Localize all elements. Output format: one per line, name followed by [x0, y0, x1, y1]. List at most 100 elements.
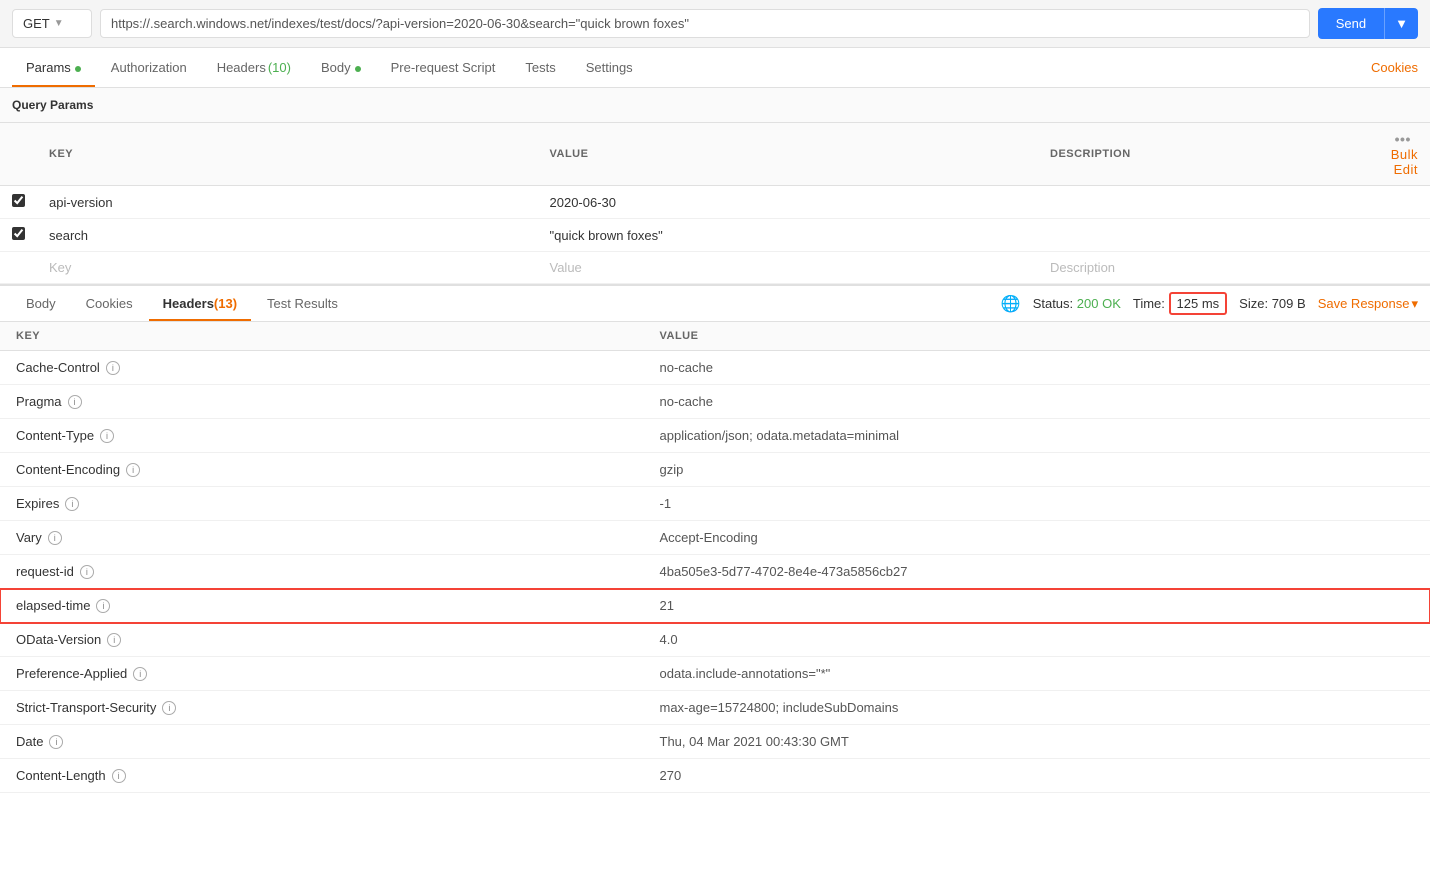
info-icon[interactable]: i	[106, 361, 120, 375]
placeholder-description[interactable]: Description	[1038, 252, 1370, 284]
placeholder-value[interactable]: Value	[538, 252, 1039, 284]
more-options-icon[interactable]: •••	[1395, 131, 1411, 147]
row-value: 2020-06-30	[538, 186, 1039, 219]
header-value-cell: max-age=15724800; includeSubDomains	[644, 691, 1430, 725]
header-key-cell: Date i	[0, 725, 644, 759]
tab-settings[interactable]: Settings	[572, 48, 647, 87]
header-row: Cache-Control i no-cache	[0, 351, 1430, 385]
time-label: Time: 125 ms	[1133, 296, 1227, 311]
header-key-cell: Cache-Control i	[0, 351, 644, 385]
res-tab-testresults[interactable]: Test Results	[253, 286, 352, 321]
header-key-text: Cache-Control	[16, 360, 100, 375]
cookies-link[interactable]: Cookies	[1371, 48, 1418, 87]
header-key-text: Strict-Transport-Security	[16, 700, 156, 715]
response-status-area: 🌐 Status: 200 OK Time: 125 ms Size: 709 …	[1001, 294, 1418, 314]
tab-body[interactable]: Body	[307, 48, 375, 87]
header-key-text: Expires	[16, 496, 59, 511]
placeholder-key[interactable]: Key	[37, 252, 538, 284]
status-label: Status: 200 OK	[1033, 296, 1121, 311]
header-key-cell: Strict-Transport-Security i	[0, 691, 644, 725]
url-input[interactable]	[100, 9, 1310, 38]
send-button[interactable]: Send ▼	[1318, 8, 1418, 39]
info-icon[interactable]: i	[49, 735, 63, 749]
header-key-text: elapsed-time	[16, 598, 90, 613]
tab-prerequest[interactable]: Pre-request Script	[377, 48, 510, 87]
header-row: Content-Type i application/json; odata.m…	[0, 419, 1430, 453]
request-tabs: Params Authorization Headers(10) Body Pr…	[0, 48, 1430, 88]
row-checkbox-cell[interactable]	[0, 186, 37, 219]
size-label: Size: 709 B	[1239, 296, 1306, 311]
info-icon[interactable]: i	[126, 463, 140, 477]
row-checkbox-cell[interactable]	[0, 219, 37, 252]
query-params-table: KEY VALUE DESCRIPTION ••• Bulk Edit api-…	[0, 123, 1430, 284]
bulk-edit-button[interactable]: Bulk Edit	[1391, 147, 1418, 177]
res-tab-headers[interactable]: Headers(13)	[149, 286, 251, 321]
col-key: KEY	[37, 123, 538, 186]
row-checkbox[interactable]	[12, 227, 25, 240]
info-icon[interactable]: i	[107, 633, 121, 647]
url-bar: GET ▼ Send ▼	[0, 0, 1430, 48]
query-params-title: Query Params	[0, 88, 1430, 123]
row-checkbox[interactable]	[12, 194, 25, 207]
header-value-cell: 4.0	[644, 623, 1430, 657]
info-icon[interactable]: i	[112, 769, 126, 783]
header-row: request-id i 4ba505e3-5d77-4702-8e4e-473…	[0, 555, 1430, 589]
header-row: Strict-Transport-Security i max-age=1572…	[0, 691, 1430, 725]
tab-headers[interactable]: Headers(10)	[203, 48, 305, 87]
col-value: VALUE	[538, 123, 1039, 186]
header-key-text: Content-Type	[16, 428, 94, 443]
header-row: Expires i -1	[0, 487, 1430, 521]
row-value: "quick brown foxes"	[538, 219, 1039, 252]
res-tab-body[interactable]: Body	[12, 286, 70, 321]
header-key-cell: request-id i	[0, 555, 644, 589]
header-key-text: Pragma	[16, 394, 62, 409]
tab-params[interactable]: Params	[12, 48, 95, 87]
size-value: 709 B	[1272, 296, 1306, 311]
row-description	[1038, 186, 1370, 219]
header-key-text: Content-Length	[16, 768, 106, 783]
header-value-cell: Accept-Encoding	[644, 521, 1430, 555]
res-tab-cookies[interactable]: Cookies	[72, 286, 147, 321]
method-dropdown[interactable]: GET ▼	[12, 9, 92, 38]
save-response-button[interactable]: Save Response ▾	[1318, 296, 1418, 312]
method-label: GET	[23, 16, 50, 31]
info-icon[interactable]: i	[133, 667, 147, 681]
header-row: Preference-Applied i odata.include-annot…	[0, 657, 1430, 691]
response-tabs-bar: Body Cookies Headers(13) Test Results 🌐 …	[0, 284, 1430, 322]
row-description	[1038, 219, 1370, 252]
header-key-cell: Pragma i	[0, 385, 644, 419]
col-description: DESCRIPTION	[1038, 123, 1370, 186]
tab-tests[interactable]: Tests	[511, 48, 569, 87]
info-icon[interactable]: i	[48, 531, 62, 545]
header-key-cell: Content-Type i	[0, 419, 644, 453]
header-key-cell: Content-Length i	[0, 759, 644, 793]
body-dot	[355, 66, 361, 72]
info-icon[interactable]: i	[65, 497, 79, 511]
row-key: api-version	[37, 186, 538, 219]
header-value-cell: no-cache	[644, 385, 1430, 419]
header-value-cell: 21	[644, 589, 1430, 623]
header-key-text: request-id	[16, 564, 74, 579]
header-value-cell: application/json; odata.metadata=minimal	[644, 419, 1430, 453]
header-key-cell: elapsed-time i	[0, 589, 644, 623]
header-col-value: VALUE	[644, 322, 1430, 351]
header-value-cell: odata.include-annotations="*"	[644, 657, 1430, 691]
header-row: elapsed-time i 21	[0, 589, 1430, 623]
header-row: Pragma i no-cache	[0, 385, 1430, 419]
header-value-cell: Thu, 04 Mar 2021 00:43:30 GMT	[644, 725, 1430, 759]
params-dot	[75, 66, 81, 72]
header-col-key: KEY	[0, 322, 644, 351]
query-param-row: api-version 2020-06-30	[0, 186, 1430, 219]
info-icon[interactable]: i	[80, 565, 94, 579]
send-dropdown-icon[interactable]: ▼	[1384, 8, 1418, 39]
tab-authorization[interactable]: Authorization	[97, 48, 201, 87]
info-icon[interactable]: i	[162, 701, 176, 715]
info-icon[interactable]: i	[100, 429, 114, 443]
save-chevron-icon: ▾	[1411, 296, 1418, 312]
header-value-cell: -1	[644, 487, 1430, 521]
query-param-row: search "quick brown foxes"	[0, 219, 1430, 252]
info-icon[interactable]: i	[68, 395, 82, 409]
info-icon[interactable]: i	[96, 599, 110, 613]
header-row: Vary i Accept-Encoding	[0, 521, 1430, 555]
header-key-text: Content-Encoding	[16, 462, 120, 477]
